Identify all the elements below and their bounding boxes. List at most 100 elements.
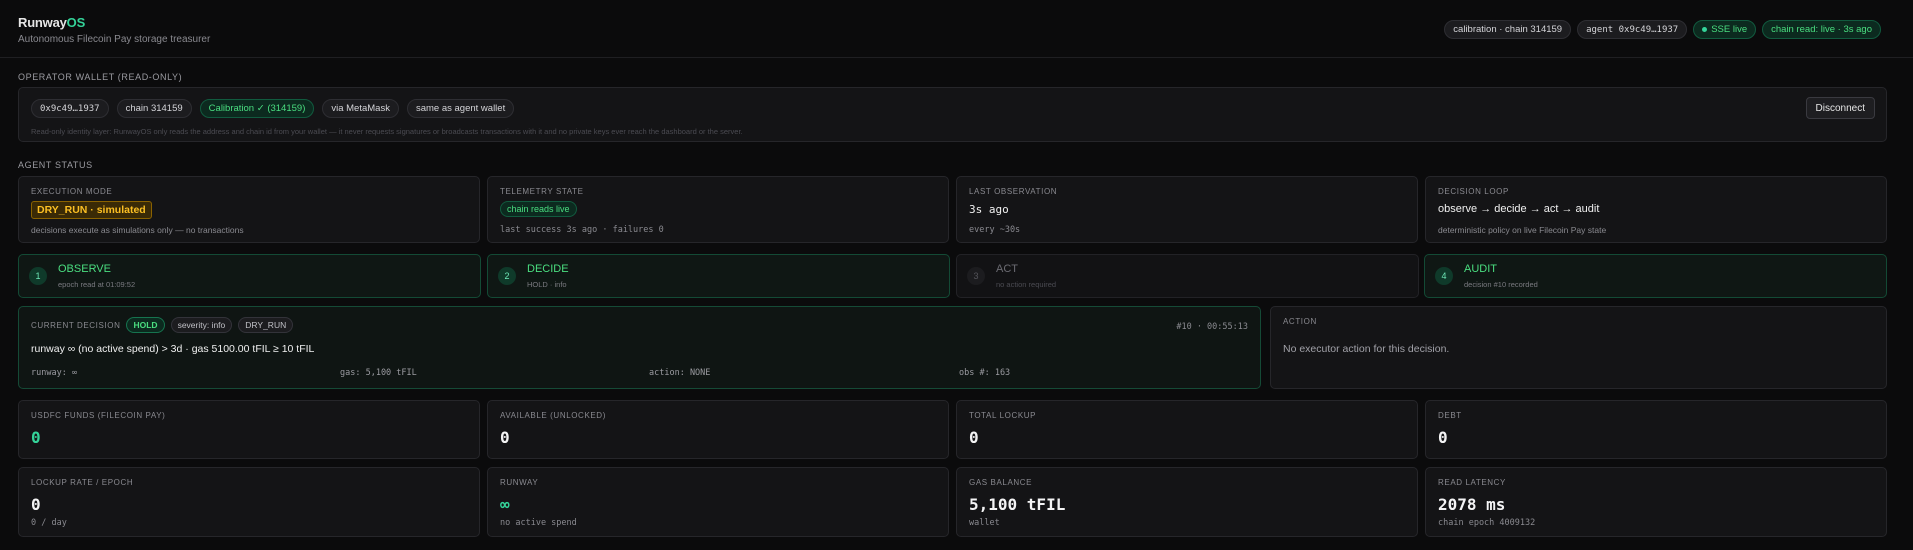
metric-runway: RUNWAY ∞ no active spend: [487, 467, 949, 537]
observation-label: LAST OBSERVATION: [969, 187, 1058, 196]
observation-value: 3s ago: [969, 203, 1009, 216]
step-act: 3 ACT no action required: [956, 254, 1419, 298]
app-subtitle: Autonomous Filecoin Pay storage treasure…: [18, 34, 211, 45]
step-number: 2: [498, 267, 516, 285]
wallet-network-pill: Calibration ✓ (314159): [199, 99, 315, 118]
decision-loop-sub: deterministic policy on live Filecoin Pa…: [1438, 225, 1607, 235]
telemetry-card: TELEMETRY STATE chain reads live last su…: [487, 176, 949, 243]
step-number: 1: [29, 267, 47, 285]
metric-label: RUNWAY: [500, 478, 539, 487]
execution-mode-sub: decisions execute as simulations only — …: [31, 225, 244, 235]
wallet-same-pill: same as agent wallet: [406, 99, 515, 118]
chain-read-pill: chain read: live · 3s ago: [1762, 20, 1881, 39]
step-observe: 1 OBSERVE epoch read at 01:09:52: [18, 254, 481, 298]
brand-accent: OS: [66, 15, 86, 30]
header-status-pills: calibration · chain 314159 agent 0x9c49……: [1444, 20, 1881, 39]
metric-sub: 0 / day: [31, 518, 67, 528]
step-title: OBSERVE: [58, 263, 111, 275]
metric-debt: DEBT 0: [1425, 400, 1887, 459]
metric-label: USDFC FUNDS (FILECOIN PAY): [31, 411, 166, 420]
metric-lockup-rate: LOCKUP RATE / EPOCH 0 0 / day: [18, 467, 480, 537]
metric-value: 0: [500, 428, 510, 447]
step-sub: no action required: [996, 280, 1057, 289]
metric-value: 0: [1438, 428, 1448, 447]
brand-main: Runway: [18, 15, 67, 30]
action-text: No executor action for this decision.: [1283, 343, 1450, 355]
decision-loop-label: DECISION LOOP: [1438, 187, 1509, 196]
mode-chip: DRY_RUN: [238, 317, 294, 333]
wallet-readonly-note: Read-only identity layer: RunwayOS only …: [31, 127, 743, 136]
metric-label: AVAILABLE (UNLOCKED): [500, 411, 606, 420]
current-decision-card: CURRENT DECISION HOLD severity: info DRY…: [18, 306, 1261, 389]
metric-label: GAS BALANCE: [969, 478, 1033, 487]
metric-sub: chain epoch 4009132: [1438, 518, 1536, 528]
telemetry-sub: last success 3s ago · failures 0: [500, 225, 664, 235]
metric-read-latency: READ LATENCY 2078 ms chain epoch 4009132: [1425, 467, 1887, 537]
execution-mode-card: EXECUTION MODE DRY_RUN · simulated decis…: [18, 176, 480, 243]
metric-sub: no active spend: [500, 518, 577, 528]
decision-meta: #10 · 00:55:13: [1176, 322, 1248, 332]
metric-value: 0: [31, 428, 41, 447]
metric-usdfc-funds: USDFC FUNDS (FILECOIN PAY) 0: [18, 400, 480, 459]
sse-pill: SSE live: [1693, 20, 1757, 39]
decision-obs: obs #: 163: [959, 368, 1011, 378]
step-number: 4: [1435, 267, 1453, 285]
execution-mode-label: EXECUTION MODE: [31, 187, 113, 196]
metric-label: DEBT: [1438, 411, 1462, 420]
metric-value: 0: [31, 495, 41, 514]
observation-sub: every ~30s: [969, 225, 1021, 235]
step-title: AUDIT: [1464, 263, 1497, 275]
wallet-address-pill: 0x9c49…1937: [31, 99, 109, 118]
execution-mode-value-wrap: DRY_RUN · simulated: [31, 201, 152, 219]
decision-loop-card: DECISION LOOP observe → decide → act → a…: [1425, 176, 1887, 243]
disconnect-button[interactable]: Disconnect: [1805, 97, 1875, 119]
sse-label: SSE live: [1711, 24, 1748, 35]
step-audit: 4 AUDIT decision #10 recorded: [1424, 254, 1887, 298]
metric-value: ∞: [500, 495, 510, 514]
live-dot-icon: [1702, 27, 1708, 32]
decision-gas: gas: 5,100 tFIL: [340, 368, 417, 378]
step-decide: 2 DECIDE HOLD · info: [487, 254, 950, 298]
decision-loop-value: observe → decide → act → audit: [1438, 203, 1600, 215]
step-sub: decision #10 recorded: [1464, 280, 1538, 289]
action-card: ACTION No executor action for this decis…: [1270, 306, 1887, 389]
metric-value: 5,100 tFIL: [969, 495, 1066, 514]
observation-card: LAST OBSERVATION 3s ago every ~30s: [956, 176, 1418, 243]
telemetry-label: TELEMETRY STATE: [500, 187, 584, 196]
operator-wallet-card: 0x9c49…1937 chain 314159 Calibration ✓ (…: [18, 87, 1887, 142]
decision-verdict-chip: HOLD: [126, 317, 165, 333]
decision-header: CURRENT DECISION HOLD severity: info DRY…: [31, 317, 294, 333]
decision-summary: runway ∞ (no active spend) > 3d · gas 51…: [31, 343, 315, 355]
app-header: RunwayOS Autonomous Filecoin Pay storage…: [0, 0, 1913, 58]
action-label: ACTION: [1283, 317, 1317, 326]
dry-run-badge: DRY_RUN · simulated: [31, 201, 152, 219]
metric-available: AVAILABLE (UNLOCKED) 0: [487, 400, 949, 459]
metric-label: READ LATENCY: [1438, 478, 1506, 487]
step-sub: epoch read at 01:09:52: [58, 280, 136, 289]
metric-label: TOTAL LOCKUP: [969, 411, 1037, 420]
telemetry-badge: chain reads live: [500, 201, 577, 217]
step-title: DECIDE: [527, 263, 569, 275]
step-sub: HOLD · info: [527, 280, 567, 289]
decision-runway: runway: ∞: [31, 368, 78, 378]
metric-label: LOCKUP RATE / EPOCH: [31, 478, 134, 487]
step-title: ACT: [996, 263, 1018, 275]
agent-pill: agent 0x9c49…1937: [1577, 20, 1688, 39]
agent-status-title: AGENT STATUS: [18, 160, 93, 170]
decision-label: CURRENT DECISION: [31, 320, 121, 330]
telemetry-value-wrap: chain reads live: [500, 201, 577, 217]
metric-sub: wallet: [969, 518, 1000, 528]
step-number: 3: [967, 267, 985, 285]
decision-action: action: NONE: [649, 368, 711, 378]
wallet-pills: 0x9c49…1937 chain 314159 Calibration ✓ (…: [31, 99, 515, 118]
metric-value: 2078 ms: [1438, 495, 1506, 514]
wallet-via-pill: via MetaMask: [322, 99, 399, 118]
severity-chip: severity: info: [170, 317, 233, 333]
metric-total-lockup: TOTAL LOCKUP 0: [956, 400, 1418, 459]
metric-value: 0: [969, 428, 979, 447]
network-pill: calibration · chain 314159: [1444, 20, 1572, 39]
brand-logo: RunwayOS: [18, 15, 85, 30]
metric-gas-balance: GAS BALANCE 5,100 tFIL wallet: [956, 467, 1418, 537]
operator-section-title: OPERATOR WALLET (READ-ONLY): [18, 72, 183, 82]
wallet-chain-pill: chain 314159: [116, 99, 192, 118]
